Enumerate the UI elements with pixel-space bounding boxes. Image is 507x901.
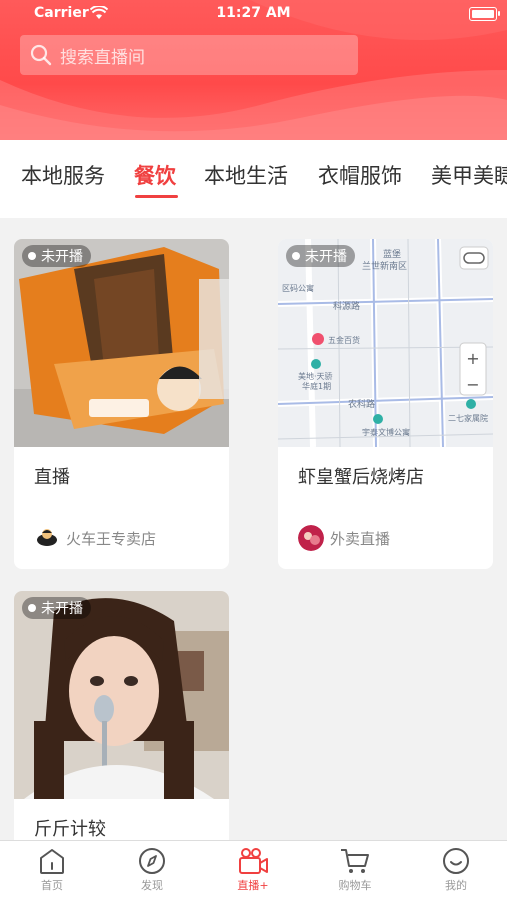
live-status-badge: 未开播 [22,245,91,267]
map-label: 五金百货 [328,335,360,345]
cart-icon [341,849,369,873]
nav-live[interactable]: 直播+ [213,847,293,893]
nav-label: 购物车 [338,879,372,892]
clock: 11:27 AM [216,5,291,21]
map-label: 科源路 [333,300,360,312]
search-placeholder: 搜索直播间 [60,47,145,68]
nav-label: 我的 [445,879,467,892]
shop-avatar [34,525,60,551]
category-tabs: 本地服务 餐饮 本地生活 衣帽服饰 美甲美睫 [0,140,507,218]
nav-mine[interactable]: 我的 [416,847,496,893]
status-bar: Carrier 11:27 AM [0,0,507,28]
status-dot [28,604,36,612]
live-status-badge: 未开播 [286,245,355,267]
bottom-tab-bar: 首页 发现 直播+ 购物车 我的 [0,840,507,901]
active-tab-indicator [135,195,178,198]
live-room-cover-map: 蓝堡 兰世新南区 科源路 五金百货 美地·天骄 华庭1期 农科路 宇泰文博公寓 … [278,239,493,447]
live-room-card[interactable]: 未开播 直播 火车王专卖店 [14,239,229,569]
nav-label: 发现 [141,879,163,892]
smile-icon [443,848,469,874]
map-label: 农科路 [348,398,375,410]
header: Carrier 11:27 AM 搜索直播间 [0,0,507,140]
nav-discover[interactable]: 发现 [112,847,192,893]
map-label: 宇泰文博公寓 [362,427,410,437]
map-label: 蓝堡 [383,248,401,260]
battery-icon [469,7,500,21]
shop-name: 火车王专卖店 [66,529,157,548]
svg-text:+: + [466,349,479,368]
tab-nails-lashes[interactable]: 美甲美睫 [431,160,507,190]
nav-label: 直播+ [237,879,269,892]
shop-avatar [298,525,324,551]
tab-apparel[interactable]: 衣帽服饰 [318,160,402,190]
shop-info[interactable]: 外卖直播 [298,525,390,551]
live-room-card[interactable]: 蓝堡 兰世新南区 科源路 五金百货 美地·天骄 华庭1期 农科路 宇泰文博公寓 … [278,239,493,569]
compass-icon [139,848,165,874]
map-label: 美地·天骄 [298,371,333,381]
live-room-cover: 未开播 [14,239,229,447]
live-room-title: 直播 [34,467,70,488]
tab-local-life[interactable]: 本地生活 [204,160,288,190]
video-camera-icon [239,848,268,874]
nav-cart[interactable]: 购物车 [315,847,395,893]
live-room-list: 未开播 直播 火车王专卖店 蓝堡 兰世新南区 科源路 五金百货 美地·天骄 华庭… [0,218,507,840]
status-dot [292,252,300,260]
shop-info[interactable]: 火车王专卖店 [34,525,156,551]
search-input[interactable]: 搜索直播间 [20,35,358,75]
svg-text:−: − [466,375,479,394]
map-label: 区码公寓 [282,283,314,293]
live-room-card[interactable]: 未开播 斤斤计较 [14,591,229,840]
tab-catering[interactable]: 餐饮 [134,160,176,190]
tab-local-services[interactable]: 本地服务 [21,160,105,190]
badge-label: 未开播 [41,601,83,617]
search-icon [30,44,52,66]
status-dot [28,252,36,260]
live-room-title: 斤斤计较 [34,819,106,840]
home-icon [40,849,64,874]
map-label: 华庭1期 [302,381,331,391]
map-label: 二七家属院 [448,413,488,423]
map-label: 兰世新南区 [362,260,407,272]
nav-home[interactable]: 首页 [12,847,92,893]
live-room-cover: 未开播 [14,591,229,799]
live-room-title: 虾皇蟹后烧烤店 [298,467,424,488]
nav-label: 首页 [41,879,63,892]
live-status-badge: 未开播 [22,597,91,619]
badge-label: 未开播 [41,249,83,265]
shop-name: 外卖直播 [330,529,391,548]
badge-label: 未开播 [305,249,347,265]
